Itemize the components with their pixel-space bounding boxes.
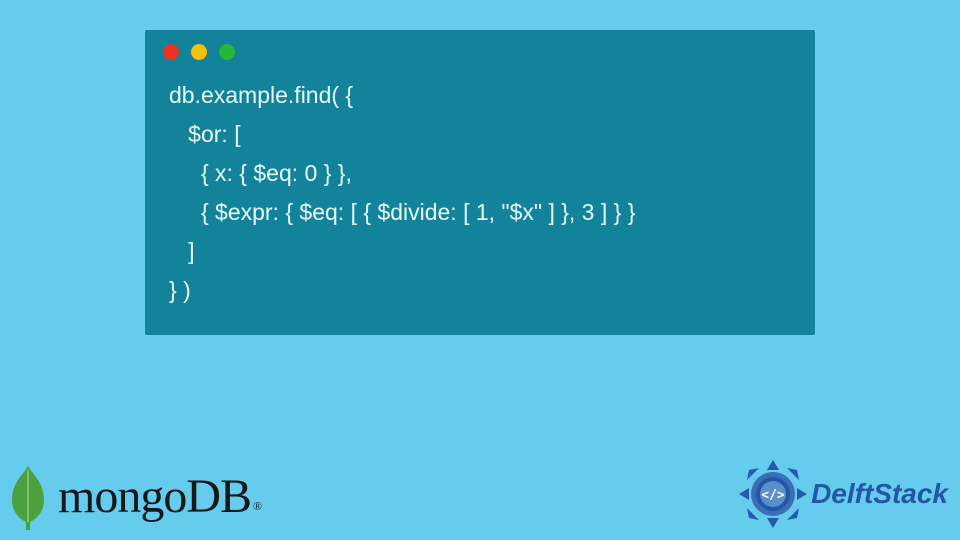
mongodb-logo: mongoDB®	[8, 460, 259, 532]
minimize-icon	[191, 44, 207, 60]
close-icon	[163, 44, 179, 60]
code-line: { $expr: { $eq: [ { $divide: [ 1, "$x" ]…	[169, 199, 635, 225]
window-titlebar	[145, 30, 815, 70]
code-window: db.example.find( { $or: [ { x: { $eq: 0 …	[145, 30, 815, 335]
registered-icon: ®	[253, 499, 261, 513]
code-line: $or: [	[169, 121, 241, 147]
delftstack-gear-icon: </>	[737, 458, 809, 530]
code-line: { x: { $eq: 0 } },	[169, 160, 352, 186]
delftstack-wordmark: DelftStack	[811, 478, 948, 510]
leaf-icon	[8, 464, 48, 532]
code-block: db.example.find( { $or: [ { x: { $eq: 0 …	[145, 70, 815, 317]
mongodb-wordmark: mongoDB®	[58, 469, 259, 524]
delftstack-logo: </> DelftStack	[737, 458, 948, 530]
maximize-icon	[219, 44, 235, 60]
mongodb-text: mongoDB	[58, 470, 251, 523]
code-line: ]	[169, 238, 195, 264]
svg-text:</>: </>	[761, 488, 785, 503]
code-line: db.example.find( {	[169, 82, 353, 108]
code-line: } )	[169, 277, 191, 303]
